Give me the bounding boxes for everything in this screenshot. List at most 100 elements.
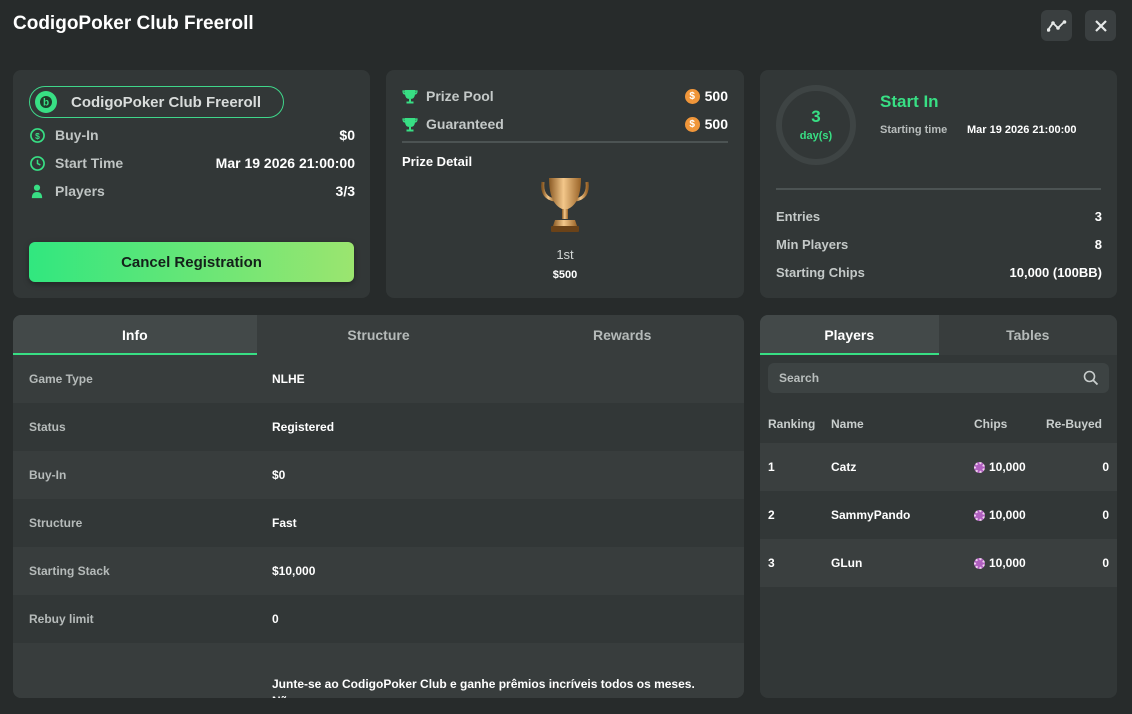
close-icon bbox=[1094, 19, 1107, 32]
start-in-label: Start In bbox=[880, 92, 939, 111]
person-icon bbox=[29, 183, 45, 199]
tournament-summary-card: b CodigoPoker Club Freeroll $ Buy-In $0 … bbox=[13, 70, 370, 298]
guaranteed-value: $500 bbox=[684, 116, 728, 132]
tournament-name: CodigoPoker Club Freeroll bbox=[71, 93, 262, 111]
entries-row: Entries 3 bbox=[776, 209, 1102, 224]
search-icon[interactable] bbox=[1083, 370, 1099, 386]
info-row: Buy-In $0 bbox=[13, 451, 744, 499]
coin-icon: $ bbox=[684, 116, 700, 132]
info-row: Structure Fast bbox=[13, 499, 744, 547]
info-value: 0 bbox=[272, 612, 279, 626]
info-row: Starting Stack $10,000 bbox=[13, 547, 744, 595]
close-button[interactable] bbox=[1085, 10, 1116, 41]
player-rank: 3 bbox=[768, 556, 775, 570]
coin-icon: $ bbox=[684, 88, 700, 104]
min-players-label: Min Players bbox=[776, 237, 849, 252]
table-row[interactable]: 2 SammyPando 10,000 0 bbox=[760, 491, 1117, 539]
gold-trophy-icon bbox=[541, 178, 589, 232]
countdown-card: 3 day(s) Start In Starting time Mar 19 2… bbox=[760, 70, 1117, 298]
info-value: Registered bbox=[272, 420, 335, 434]
info-key: Rebuy limit bbox=[29, 612, 94, 626]
stats-button[interactable] bbox=[1041, 10, 1072, 41]
tab-players[interactable]: Players bbox=[760, 315, 939, 355]
poker-chip-icon bbox=[974, 461, 985, 473]
tab-info[interactable]: Info bbox=[13, 315, 257, 355]
poker-chip-icon bbox=[974, 557, 985, 569]
countdown-ring: 3 day(s) bbox=[776, 85, 856, 165]
tab-structure[interactable]: Structure bbox=[257, 315, 501, 355]
info-key: Structure bbox=[29, 516, 83, 530]
clock-icon bbox=[29, 155, 45, 171]
info-key: Buy-In bbox=[29, 468, 67, 482]
header-chips[interactable]: Chips bbox=[974, 417, 1007, 431]
buyin-row: $ Buy-In $0 bbox=[29, 127, 355, 143]
info-value: $0 bbox=[272, 468, 286, 482]
buyin-value: $0 bbox=[339, 127, 355, 143]
dollar-icon: $ bbox=[29, 127, 45, 143]
players-row: Players 3/3 bbox=[29, 183, 355, 199]
min-players-row: Min Players 8 bbox=[776, 237, 1102, 252]
min-players-value: 8 bbox=[1094, 237, 1102, 252]
table-row[interactable]: 1 Catz 10,000 0 bbox=[760, 443, 1117, 491]
buyin-label: Buy-In bbox=[55, 127, 99, 143]
header-ranking[interactable]: Ranking bbox=[768, 417, 815, 431]
player-chips: 10,000 bbox=[974, 556, 1026, 570]
starting-time-label: Starting time bbox=[880, 124, 948, 136]
starting-time-value: Mar 19 2026 21:00:00 bbox=[967, 124, 1077, 136]
info-key: Starting Stack bbox=[29, 564, 110, 578]
description-row: Junte-se ao CodigoPoker Club e ganhe prê… bbox=[13, 643, 744, 698]
cancel-registration-button[interactable]: Cancel Registration bbox=[29, 242, 354, 282]
prize-detail-heading: Prize Detail bbox=[402, 154, 473, 169]
info-panel: Info Structure Rewards Game Type NLHE Sta… bbox=[13, 315, 744, 698]
info-tabs: Info Structure Rewards bbox=[13, 315, 744, 355]
guaranteed-row: Guaranteed $500 bbox=[402, 116, 728, 132]
tab-tables[interactable]: Tables bbox=[939, 315, 1118, 355]
info-row: Game Type NLHE bbox=[13, 355, 744, 403]
prize-place: 1st bbox=[556, 247, 574, 262]
info-value: $10,000 bbox=[272, 564, 316, 578]
player-search bbox=[768, 363, 1109, 393]
player-name: GLun bbox=[831, 556, 863, 570]
chart-line-icon bbox=[1046, 19, 1066, 32]
info-table: Game Type NLHE Status Registered Buy-In $0 … bbox=[13, 355, 744, 698]
entries-value: 3 bbox=[1094, 209, 1102, 224]
player-rank: 1 bbox=[768, 460, 775, 474]
prize-pool-label: Prize Pool bbox=[426, 88, 494, 104]
header-name[interactable]: Name bbox=[831, 417, 864, 431]
prize-pool-value: $500 bbox=[684, 88, 728, 104]
svg-text:$: $ bbox=[35, 130, 40, 140]
prize-card: Prize Pool $500 Guaranteed $500 Prize De… bbox=[386, 70, 744, 298]
club-logo-icon: b bbox=[35, 91, 57, 113]
player-name: SammyPando bbox=[831, 508, 911, 522]
players-panel: Players Tables Ranking Name Chips Re-Buy… bbox=[760, 315, 1117, 698]
starting-chips-row: Starting Chips 10,000 (100BB) bbox=[776, 265, 1102, 280]
tab-rewards[interactable]: Rewards bbox=[500, 315, 744, 355]
table-row[interactable]: 3 GLun 10,000 0 bbox=[760, 539, 1117, 587]
info-row: Status Registered bbox=[13, 403, 744, 451]
tournament-name-pill: b CodigoPoker Club Freeroll bbox=[29, 86, 284, 118]
player-rebuy: 0 bbox=[1102, 460, 1109, 474]
search-input[interactable] bbox=[779, 371, 1069, 385]
player-chips: 10,000 bbox=[974, 508, 1026, 522]
info-row: Rebuy limit 0 bbox=[13, 595, 744, 643]
players-table-header: Ranking Name Chips Re-Buyed bbox=[760, 407, 1117, 441]
trophy-icon bbox=[402, 117, 418, 131]
trophy-icon bbox=[402, 89, 418, 103]
poker-chip-icon bbox=[974, 509, 985, 521]
header-rebuyed[interactable]: Re-Buyed bbox=[1046, 417, 1102, 431]
player-chips: 10,000 bbox=[974, 460, 1026, 474]
player-rebuy: 0 bbox=[1102, 508, 1109, 522]
divider bbox=[776, 188, 1101, 190]
tournament-description: Junte-se ao CodigoPoker Club e ganhe prê… bbox=[272, 677, 695, 698]
prize-pool-row: Prize Pool $500 bbox=[402, 88, 728, 104]
page-title: CodigoPoker Club Freeroll bbox=[13, 13, 254, 34]
divider bbox=[402, 141, 728, 143]
svg-text:b: b bbox=[43, 98, 49, 109]
players-label: Players bbox=[55, 183, 105, 199]
player-rebuy: 0 bbox=[1102, 556, 1109, 570]
start-time-label: Start Time bbox=[55, 155, 124, 171]
player-name: Catz bbox=[831, 460, 857, 474]
info-value: Fast bbox=[272, 516, 297, 530]
starting-chips-label: Starting Chips bbox=[776, 265, 865, 280]
info-key: Status bbox=[29, 420, 66, 434]
